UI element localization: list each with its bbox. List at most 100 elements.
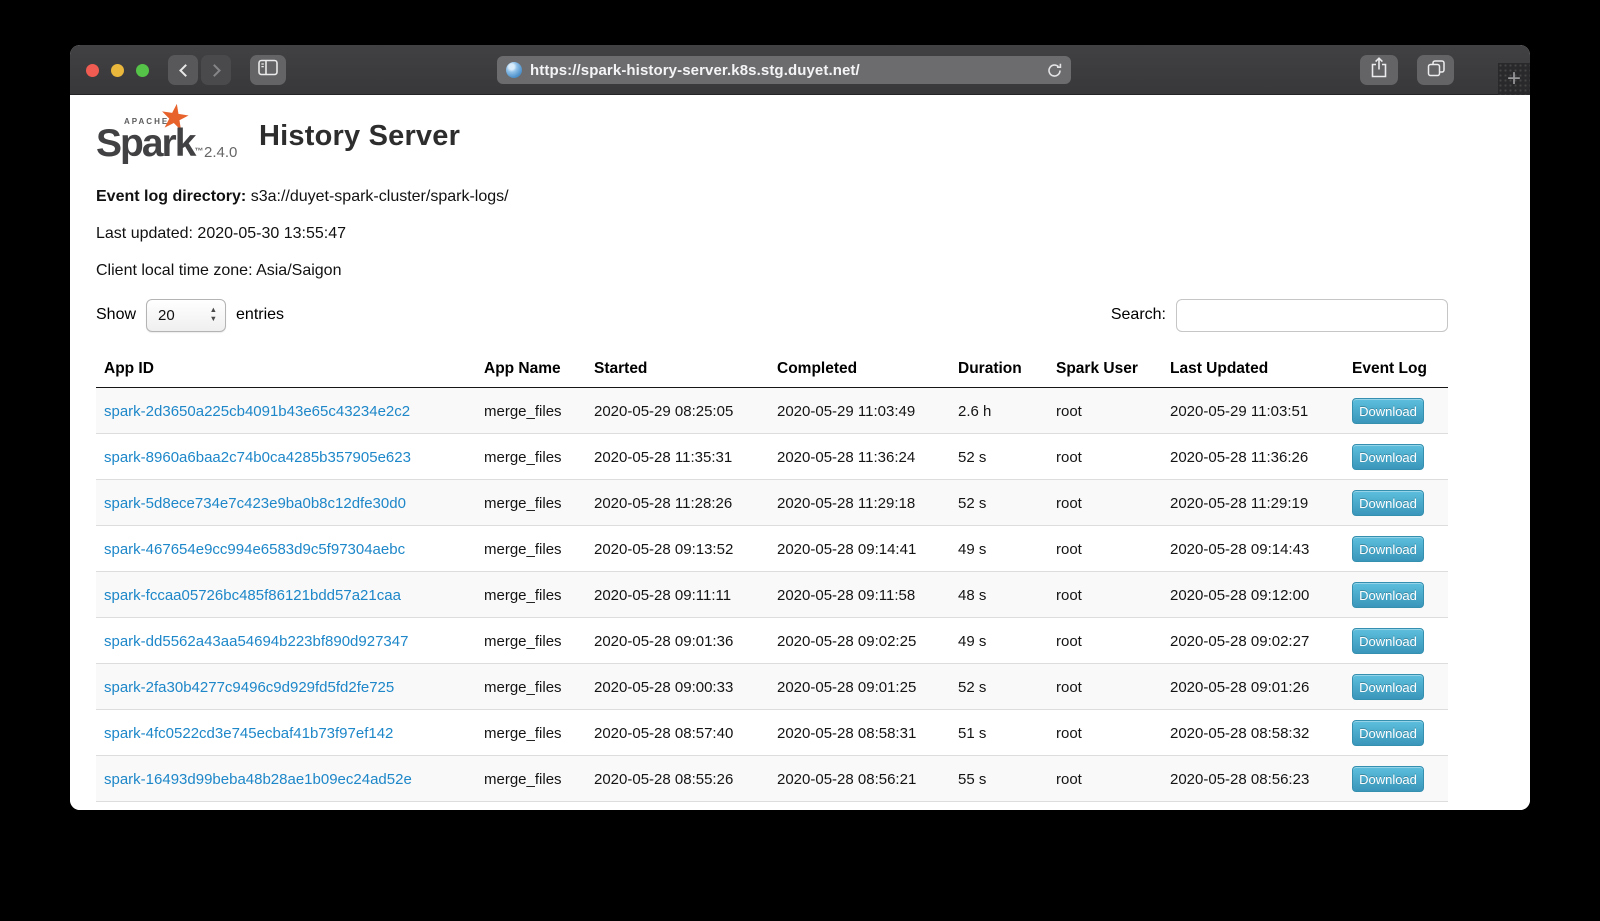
table-row: spark-2d3650a225cb4091b43e65c43234e2c2 m… bbox=[96, 388, 1448, 434]
url-text: https://spark-history-server.k8s.stg.duy… bbox=[530, 62, 1071, 79]
table-row: spark-467654e9cc994e6583d9c5f97304aebc m… bbox=[96, 526, 1448, 572]
app-id-link[interactable]: spark-fccaa05726bc485f86121bdd57a21caa bbox=[104, 587, 401, 604]
app-name-cell: merge_files bbox=[476, 618, 586, 664]
event-log-cell: Download bbox=[1344, 710, 1448, 756]
app-id-link[interactable]: spark-5d8ece734e7c423e9ba0b8c12dfe30d0 bbox=[104, 495, 406, 512]
last-updated-cell: 2020-05-28 09:02:27 bbox=[1162, 618, 1344, 664]
table-row: spark-16493d99beba48b28ae1b09ec24ad52e m… bbox=[96, 756, 1448, 802]
col-header-last-updated[interactable]: Last Updated bbox=[1162, 352, 1344, 388]
app-id-link[interactable]: spark-8960a6baa2c74b0ca4285b357905e623 bbox=[104, 449, 411, 466]
last-updated-cell: 2020-05-28 09:01:26 bbox=[1162, 664, 1344, 710]
download-button[interactable]: Download bbox=[1352, 398, 1424, 424]
event-log-cell: Download bbox=[1344, 388, 1448, 434]
app-id-link[interactable]: spark-4fc0522cd3e745ecbaf41b73f97ef142 bbox=[104, 725, 393, 742]
event-log-cell: Download bbox=[1344, 618, 1448, 664]
trademark-symbol: ™ bbox=[194, 146, 203, 156]
duration-cell: 1.3 min bbox=[950, 802, 1048, 811]
event-log-directory-line: Event log directory: s3a://duyet-spark-c… bbox=[96, 187, 1530, 206]
sidebar-icon bbox=[258, 59, 278, 81]
spark-user-cell: root bbox=[1048, 434, 1162, 480]
select-arrows-icon: ▲ ▼ bbox=[210, 306, 217, 323]
last-updated-line: Last updated: 2020-05-30 13:55:47 bbox=[96, 224, 1530, 243]
back-button[interactable] bbox=[168, 55, 198, 85]
app-id-cell: spark-8960a6baa2c74b0ca4285b357905e623 bbox=[96, 434, 476, 480]
app-name-cell: merge_files bbox=[476, 434, 586, 480]
zoom-window-button[interactable] bbox=[136, 64, 149, 77]
spark-version: 2.4.0 bbox=[204, 144, 237, 161]
traffic-lights bbox=[86, 64, 149, 77]
app-id-cell: spark-87301b89320f4a3fb671a904c4fad799 bbox=[96, 802, 476, 811]
forward-button[interactable] bbox=[201, 55, 231, 85]
col-header-event-log[interactable]: Event Log bbox=[1344, 352, 1448, 388]
download-button[interactable]: Download bbox=[1352, 582, 1424, 608]
duration-cell: 48 s bbox=[950, 572, 1048, 618]
browser-toolbar: https://spark-history-server.k8s.stg.duy… bbox=[70, 45, 1530, 95]
completed-cell: 2020-05-28 09:11:58 bbox=[769, 572, 950, 618]
download-button[interactable]: Download bbox=[1352, 720, 1424, 746]
event-log-cell: Download bbox=[1344, 802, 1448, 811]
search-label: Search: bbox=[1111, 306, 1166, 324]
address-bar[interactable]: https://spark-history-server.k8s.stg.duy… bbox=[497, 56, 1071, 84]
started-cell: 2020-05-28 08:54:10 bbox=[586, 802, 769, 811]
timezone-line: Client local time zone: Asia/Saigon bbox=[96, 261, 1530, 280]
event-log-cell: Download bbox=[1344, 664, 1448, 710]
col-header-completed[interactable]: Completed bbox=[769, 352, 950, 388]
spark-user-cell: root bbox=[1048, 388, 1162, 434]
masthead: APACHE ★ Spark™ 2.4.0 History Server bbox=[96, 107, 1448, 165]
entries-label: entries bbox=[236, 306, 284, 324]
last-updated-cell: 2020-05-28 08:55:30 bbox=[1162, 802, 1344, 811]
app-id-link[interactable]: spark-2fa30b4277c9496c9d929fd5fd2fe725 bbox=[104, 679, 394, 696]
search-input[interactable] bbox=[1176, 299, 1448, 332]
completed-cell: 2020-05-28 11:36:24 bbox=[769, 434, 950, 480]
download-button[interactable]: Download bbox=[1352, 628, 1424, 654]
completed-cell: 2020-05-28 09:01:25 bbox=[769, 664, 950, 710]
app-name-cell: merge_files bbox=[476, 388, 586, 434]
col-header-duration[interactable]: Duration bbox=[950, 352, 1048, 388]
app-id-cell: spark-467654e9cc994e6583d9c5f97304aebc bbox=[96, 526, 476, 572]
page-size-control: Show 20 ▲ ▼ entries bbox=[96, 299, 284, 332]
app-id-link[interactable]: spark-467654e9cc994e6583d9c5f97304aebc bbox=[104, 541, 405, 558]
app-id-link[interactable]: spark-16493d99beba48b28ae1b09ec24ad52e bbox=[104, 771, 412, 788]
spark-user-cell: root bbox=[1048, 480, 1162, 526]
minimize-window-button[interactable] bbox=[111, 64, 124, 77]
applications-table: App IDApp NameStartedCompletedDurationSp… bbox=[96, 352, 1448, 810]
last-updated-cell: 2020-05-28 11:36:26 bbox=[1162, 434, 1344, 480]
table-controls: Show 20 ▲ ▼ entries Search: bbox=[96, 298, 1448, 332]
completed-cell: 2020-05-28 09:14:41 bbox=[769, 526, 950, 572]
refresh-icon[interactable] bbox=[1047, 63, 1062, 83]
download-button[interactable]: Download bbox=[1352, 444, 1424, 470]
download-button[interactable]: Download bbox=[1352, 536, 1424, 562]
app-name-cell: merge_files bbox=[476, 802, 586, 811]
col-header-app-id[interactable]: App ID bbox=[96, 352, 476, 388]
last-updated-cell: 2020-05-28 09:12:00 bbox=[1162, 572, 1344, 618]
duration-cell: 51 s bbox=[950, 710, 1048, 756]
started-cell: 2020-05-28 11:28:26 bbox=[586, 480, 769, 526]
globe-icon bbox=[506, 62, 522, 78]
new-tab-button[interactable]: + bbox=[1498, 63, 1530, 95]
col-header-app-name[interactable]: App Name bbox=[476, 352, 586, 388]
started-cell: 2020-05-28 08:57:40 bbox=[586, 710, 769, 756]
event-log-cell: Download bbox=[1344, 434, 1448, 480]
app-id-link[interactable]: spark-dd5562a43aa54694b223bf890d927347 bbox=[104, 633, 408, 650]
browser-window: https://spark-history-server.k8s.stg.duy… bbox=[70, 45, 1530, 810]
spark-user-cell: root bbox=[1048, 526, 1162, 572]
event-log-cell: Download bbox=[1344, 480, 1448, 526]
download-button[interactable]: Download bbox=[1352, 674, 1424, 700]
page-size-value: 20 bbox=[158, 307, 175, 324]
download-button[interactable]: Download bbox=[1352, 766, 1424, 792]
sidebar-toggle-button[interactable] bbox=[250, 55, 286, 85]
spark-user-cell: root bbox=[1048, 710, 1162, 756]
app-id-link[interactable]: spark-2d3650a225cb4091b43e65c43234e2c2 bbox=[104, 403, 410, 420]
app-id-cell: spark-16493d99beba48b28ae1b09ec24ad52e bbox=[96, 756, 476, 802]
close-window-button[interactable] bbox=[86, 64, 99, 77]
share-button[interactable] bbox=[1360, 55, 1398, 85]
download-button[interactable]: Download bbox=[1352, 490, 1424, 516]
page-size-select[interactable]: 20 ▲ ▼ bbox=[146, 299, 226, 332]
table-row: spark-87301b89320f4a3fb671a904c4fad799 m… bbox=[96, 802, 1448, 811]
tab-overview-button[interactable] bbox=[1417, 55, 1454, 85]
col-header-started[interactable]: Started bbox=[586, 352, 769, 388]
col-header-spark-user[interactable]: Spark User bbox=[1048, 352, 1162, 388]
completed-cell: 2020-05-28 11:29:18 bbox=[769, 480, 950, 526]
app-name-cell: merge_files bbox=[476, 572, 586, 618]
table-body: spark-2d3650a225cb4091b43e65c43234e2c2 m… bbox=[96, 388, 1448, 811]
